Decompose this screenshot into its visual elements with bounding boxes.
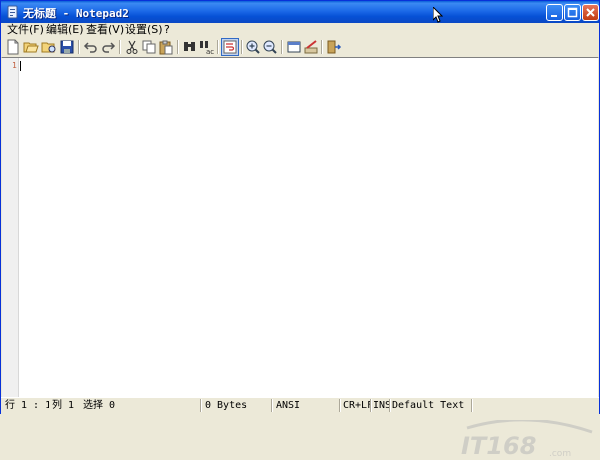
schemes-icon[interactable] [286,39,302,55]
maximize-icon [567,7,578,18]
status-encoding[interactable]: ANSI [276,399,336,413]
window-title: 无标题 - Notepad2 [23,7,129,20]
menu-settings[interactable]: 设置(S) [125,24,163,36]
status-eol[interactable]: CR+LF [343,399,371,413]
line-number-gutter: 1 [2,58,19,397]
cut-icon[interactable] [124,39,140,55]
it168-watermark-logo: IT168 .com [461,420,593,460]
redo-icon[interactable] [100,39,116,55]
status-divider [271,399,273,412]
svg-text:.com: .com [549,449,571,459]
zoom-out-icon[interactable] [262,39,278,55]
menu-edit[interactable]: 编辑(E) [46,24,84,36]
toolbar-separator [321,40,323,54]
toolbar-separator [177,40,179,54]
status-size: 0 Bytes [205,400,248,411]
copy-icon[interactable] [141,39,157,55]
toolbar-separator [119,40,121,54]
browse-icon[interactable] [41,39,57,55]
svg-text:ac: ac [206,48,214,55]
menu-file[interactable]: 文件(F) [7,24,44,36]
notepad2-app-icon[interactable] [6,5,19,19]
close-button[interactable] [582,4,599,21]
menu-bar: 文件(F) 编辑(E) 查看(V) 设置(S) ? [1,23,599,37]
toolbar: ac [1,37,599,58]
customize-icon[interactable] [303,39,319,55]
toolbar-separator [281,40,283,54]
mouse-pointer-icon [433,7,443,23]
svg-text:IT168: IT168 [461,432,536,460]
toolbar-separator [78,40,80,54]
status-divider [370,399,372,412]
status-divider [389,399,391,412]
text-caret [20,61,21,71]
status-scheme[interactable]: Default Text [392,399,472,413]
line-number: 1 [12,61,17,70]
close-icon [586,8,595,17]
menu-view[interactable]: 查看(V) [86,24,124,36]
status-divider [339,399,341,412]
status-selection: 选择 0 [83,400,116,411]
find-icon[interactable] [182,39,198,55]
open-file-icon[interactable] [23,39,39,55]
status-divider [200,399,202,412]
word-wrap-icon [223,40,237,54]
status-column: 列 1 [52,400,75,411]
paste-icon[interactable] [158,39,174,55]
new-file-icon[interactable] [5,39,21,55]
status-bar: 行 1 : 1 列 1 选择 0 0 Bytes ANSI CR+LF INS … [1,397,599,414]
word-wrap-button[interactable] [221,38,239,56]
toolbar-separator [241,40,243,54]
menu-help[interactable]: ? [164,24,170,36]
toolbar-separator [217,40,219,54]
status-line: 行 1 : 1 [5,400,49,411]
notepad2-window: 无标题 - Notepad2 文件(F) 编辑(E) 查看(V) 设置(S) ? [0,0,600,460]
minimize-button[interactable] [546,4,563,21]
replace-icon[interactable]: ac [199,39,215,55]
exit-icon[interactable] [326,39,342,55]
zoom-in-icon[interactable] [245,39,261,55]
minimize-icon [551,15,557,17]
undo-icon[interactable] [83,39,99,55]
save-icon[interactable] [59,39,75,55]
status-divider [471,399,473,412]
editor-area[interactable]: 1 IT168 .com [2,57,598,460]
maximize-button[interactable] [564,4,581,21]
title-bar[interactable]: 无标题 - Notepad2 [1,1,599,23]
